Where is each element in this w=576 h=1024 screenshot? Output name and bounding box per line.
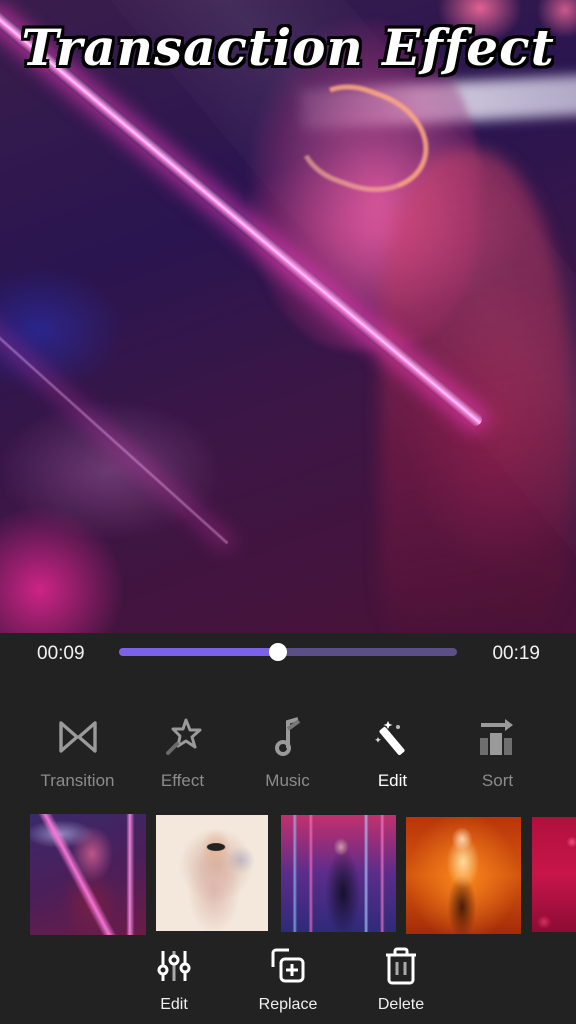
- tool-bar: Transition Effect Music Edit Sort: [0, 700, 576, 800]
- tool-label: Edit: [377, 771, 408, 790]
- seek-progress: [119, 648, 278, 656]
- tool-label: Music: [265, 771, 310, 790]
- magic-star-icon: [161, 715, 205, 759]
- tool-sort[interactable]: Sort: [445, 700, 550, 800]
- tool-transition[interactable]: Transition: [25, 700, 130, 800]
- magic-wand-icon: [371, 715, 415, 759]
- action-label: Delete: [377, 996, 425, 1013]
- preview-title: Transaction Effect: [21, 18, 555, 77]
- tool-label: Effect: [160, 771, 205, 790]
- tool-music[interactable]: Music: [235, 700, 340, 800]
- tool-effect[interactable]: Effect: [130, 700, 235, 800]
- subject-hair: [380, 150, 570, 630]
- video-preview[interactable]: Transaction Effect: [0, 0, 576, 633]
- clip-strip[interactable]: [0, 812, 576, 938]
- transition-icon: [56, 715, 100, 759]
- clip-thumbnail-red-hearts[interactable]: [532, 817, 576, 932]
- duration-time: 00:19: [492, 643, 540, 664]
- clip-thumbnail-neon-lights-portrait[interactable]: [281, 815, 396, 932]
- clip-thumbnail-watercolor-portrait[interactable]: [156, 815, 268, 931]
- music-note-icon: [266, 715, 310, 759]
- sort-icon: [476, 715, 520, 759]
- tool-label: Sort: [481, 771, 514, 790]
- neon-reflection: [0, 300, 230, 546]
- trash-icon: [381, 946, 421, 986]
- playback-bar: 00:09 00:19: [0, 633, 576, 675]
- seek-slider[interactable]: [119, 643, 457, 661]
- current-time: 00:09: [37, 643, 85, 664]
- delete-clip-button[interactable]: Delete: [346, 940, 456, 1014]
- edit-clip-button[interactable]: Edit: [119, 940, 229, 1014]
- clip-thumbnail-fire-portrait[interactable]: [406, 817, 521, 934]
- tool-label: Transition: [40, 771, 115, 790]
- seek-knob[interactable]: [268, 643, 287, 661]
- clip-actions: Edit Replace Delete: [0, 940, 576, 1024]
- action-label: Replace: [258, 996, 318, 1013]
- replace-clip-button[interactable]: Replace: [233, 940, 343, 1014]
- action-label: Edit: [160, 996, 188, 1013]
- tool-edit[interactable]: Edit: [340, 700, 445, 800]
- sliders-icon: [154, 946, 194, 986]
- replace-icon: [268, 946, 308, 986]
- clip-thumbnail-neon-portrait[interactable]: [30, 814, 146, 935]
